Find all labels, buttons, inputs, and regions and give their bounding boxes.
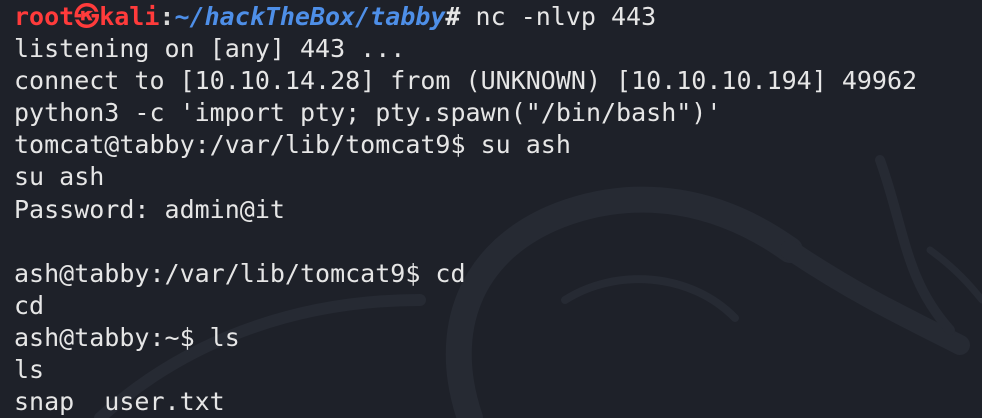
terminal-output[interactable]: root㉿kali:~/hackTheBox/tabby# nc -nlvp 4… [14, 1, 982, 418]
output-line: Password: admin@it [14, 194, 285, 224]
output-line: ash@tabby:/var/lib/tomcat9$ cd [14, 258, 466, 288]
output-line: listening on [any] 443 ... [14, 34, 406, 64]
prompt-symbol: # [445, 2, 461, 31]
output-line: python3 -c 'import pty; pty.spawn("/bin/… [14, 98, 722, 128]
output-line: cd [14, 290, 45, 320]
output-line: su ash [14, 162, 105, 192]
prompt-user: root㉿kali [14, 2, 160, 31]
command-line: root㉿kali:~/hackTheBox/tabby# nc -nlvp 4… [14, 1, 982, 33]
prompt-separator: : [159, 2, 175, 31]
prompt-command: nc -nlvp 443 [460, 2, 657, 31]
terminal-window[interactable]: root㉿kali:~/hackTheBox/tabby# nc -nlvp 4… [0, 0, 982, 418]
output-line: ls [14, 355, 45, 385]
output-line: tomcat@tabby:/var/lib/tomcat9$ su ash [14, 130, 571, 160]
output-line: snap user.txt [14, 387, 225, 417]
prompt-path: ~/hackTheBox/tabby [174, 2, 446, 31]
output-line: connect to [10.10.14.28] from (UNKNOWN) … [14, 66, 918, 96]
output-line: ash@tabby:~$ ls [14, 322, 240, 352]
